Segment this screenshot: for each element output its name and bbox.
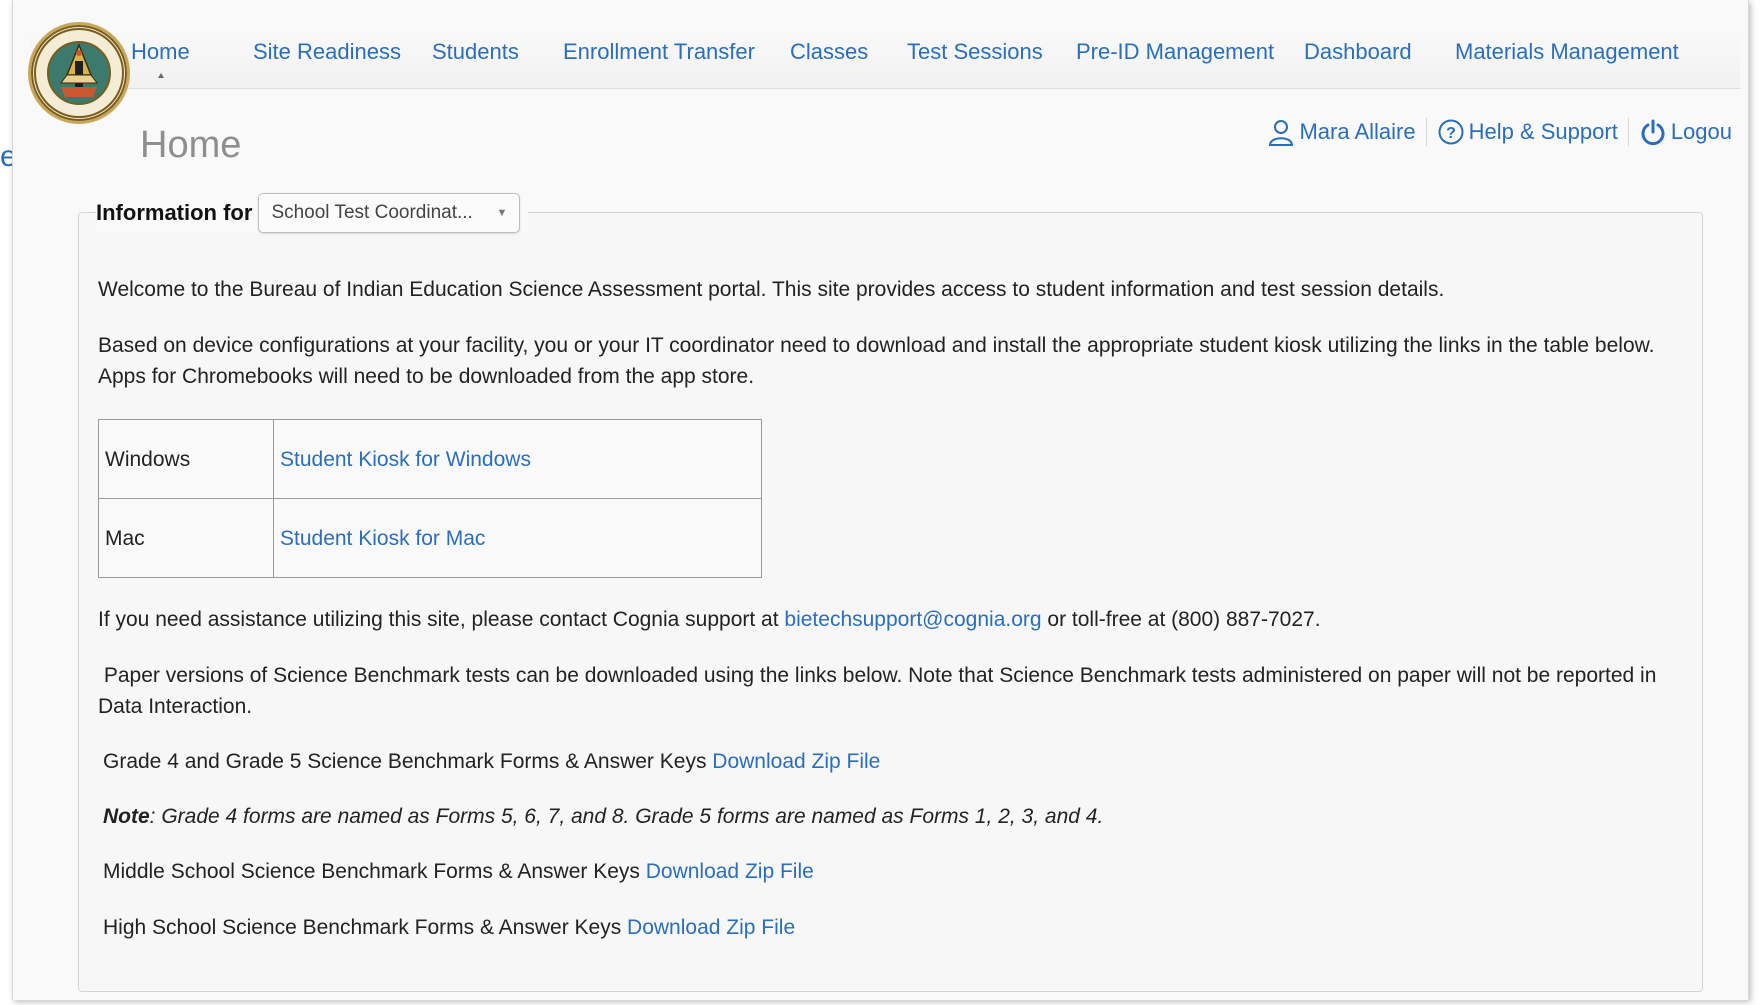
nav-home[interactable]: Home: [131, 39, 190, 78]
bie-logo[interactable]: [28, 22, 130, 124]
kiosk-cell: Student Kiosk for Windows: [273, 419, 762, 499]
nav-test-sessions[interactable]: Test Sessions: [907, 39, 1043, 65]
user-icon: [1269, 120, 1294, 146]
user-menu[interactable]: Mara Allaire: [1257, 118, 1425, 146]
assistance-text: If you need assistance utilizing this si…: [98, 604, 1321, 635]
grade45-download-link[interactable]: Download Zip File: [712, 750, 880, 773]
high-school-download-link[interactable]: Download Zip File: [627, 916, 795, 939]
main-nav: Home Site Readiness Students Enrollment …: [30, 22, 1740, 89]
middle-school-forms: Middle School Science Benchmark Forms & …: [103, 856, 814, 887]
nav-pre-id-management[interactable]: Pre-ID Management: [1076, 39, 1274, 65]
middle-school-download-link[interactable]: Download Zip File: [646, 860, 814, 883]
high-school-label: High School Science Benchmark Forms & An…: [103, 916, 628, 939]
help-support-label: Help & Support: [1468, 119, 1618, 144]
page-title: Home: [140, 124, 242, 166]
grade45-forms: Grade 4 and Grade 5 Science Benchmark Fo…: [103, 746, 880, 777]
assistance-suffix: or toll-free at (800) 887-7027.: [1041, 608, 1321, 631]
support-email-link[interactable]: bietechsupport@cognia.org: [784, 608, 1041, 631]
nav-classes[interactable]: Classes: [790, 39, 868, 65]
role-select-value: School Test Coordinat...: [271, 202, 473, 223]
user-name: Mara Allaire: [1299, 119, 1416, 144]
note-label: Note: [103, 805, 150, 828]
nav-site-readiness[interactable]: Site Readiness: [253, 39, 401, 65]
information-for: Information for School Test Coordinat...…: [96, 193, 529, 233]
paper-versions-text: Paper versions of Science Benchmark test…: [98, 664, 1663, 718]
nav-students[interactable]: Students: [432, 39, 519, 65]
bie-seal-icon: [34, 28, 124, 118]
help-circle-icon: ?: [1438, 119, 1464, 145]
kiosk-os: Windows: [98, 419, 274, 499]
table-row: Mac Student Kiosk for Mac: [98, 498, 762, 578]
grade45-label: Grade 4 and Grade 5 Science Benchmark Fo…: [103, 750, 713, 773]
kiosk-instructions: Based on device configurations at your f…: [98, 334, 1655, 388]
power-icon: [1641, 119, 1665, 146]
assistance-prefix: If you need assistance utilizing this si…: [98, 608, 785, 631]
middle-school-label: Middle School Science Benchmark Forms & …: [103, 860, 646, 883]
logout-link[interactable]: Logou: [1627, 118, 1742, 146]
role-select[interactable]: School Test Coordinat... ▼: [258, 193, 521, 233]
nav-materials-management[interactable]: Materials Management: [1455, 39, 1679, 65]
student-kiosk-mac-link[interactable]: Student Kiosk for Mac: [280, 527, 485, 550]
logout-label: Logou: [1670, 119, 1732, 144]
student-kiosk-windows-link[interactable]: Student Kiosk for Windows: [280, 448, 531, 471]
nav-enrollment-transfer[interactable]: Enrollment Transfer: [563, 39, 755, 65]
kiosk-table: Windows Student Kiosk for Windows Mac St…: [98, 419, 762, 578]
note-text: : Grade 4 forms are named as Forms 5, 6,…: [149, 805, 1104, 828]
high-school-forms: High School Science Benchmark Forms & An…: [103, 912, 795, 943]
table-row: Windows Student Kiosk for Windows: [98, 419, 762, 499]
information-for-label: Information for: [96, 200, 253, 225]
kiosk-os: Mac: [98, 498, 274, 578]
welcome-text: Welcome to the Bureau of Indian Educatio…: [98, 278, 1445, 301]
grade-note: Note: Grade 4 forms are named as Forms 5…: [103, 801, 1103, 832]
nav-dashboard[interactable]: Dashboard: [1304, 39, 1412, 65]
help-support-link[interactable]: ? Help & Support: [1425, 118, 1628, 146]
user-bar: Mara Allaire ? Help & Support Logou: [1257, 112, 1742, 152]
svg-text:?: ?: [1446, 125, 1456, 142]
kiosk-cell: Student Kiosk for Mac: [273, 498, 762, 578]
chevron-down-icon: ▼: [496, 207, 508, 219]
